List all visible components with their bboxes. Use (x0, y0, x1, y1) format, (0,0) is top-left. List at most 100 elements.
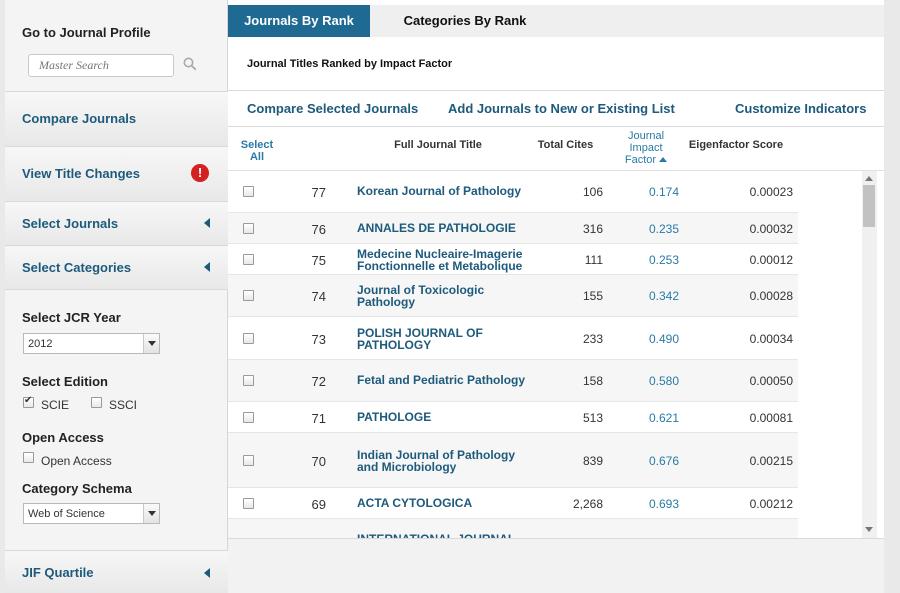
master-search-input[interactable] (29, 55, 159, 76)
impact-factor-link[interactable]: 0.693 (623, 497, 679, 511)
table-row: 77 Korean Journal of Pathology 106 0.174 0.0… (228, 171, 798, 213)
table-row: 74 Journal of Toxicologic Pathology 155 0.34… (228, 275, 798, 317)
chevron-left-icon (204, 568, 210, 578)
ssci-checkbox[interactable] (91, 397, 102, 408)
compare-journals-label: Compare Journals (22, 111, 137, 126)
select-categories-toggle[interactable]: Select Categories (5, 246, 228, 290)
journal-title-link[interactable]: POLISH JOURNAL OF PATHOLOGY (357, 327, 537, 351)
total-cites-cell: 106 (582, 185, 603, 199)
main-panel: Journals By Rank Categories By Rank Jour… (228, 0, 884, 593)
table-row: 69 ACTA CYTOLOGICA 2,268 0.693 0.00212 (228, 488, 798, 519)
row-select-checkbox[interactable] (243, 498, 254, 509)
journal-title-line2: PATHOLOGY (357, 338, 432, 352)
select-all-header[interactable]: Select All (236, 139, 278, 163)
journal-title-link[interactable]: Fetal and Pediatric Pathology (357, 374, 537, 386)
sidebar: Go to Journal Profile Compare Journals V… (5, 0, 228, 593)
scie-checkbox[interactable] (23, 395, 34, 408)
tab-categories-by-rank[interactable]: Categories By Rank (370, 5, 560, 37)
total-cites-cell: 155 (582, 289, 603, 303)
scroll-down-icon[interactable] (865, 527, 873, 532)
edition-label: Select Edition (22, 374, 108, 389)
jif-quartile-toggle[interactable]: JIF Quartile (5, 551, 228, 593)
scroll-up-icon[interactable] (865, 176, 873, 181)
impact-factor-link[interactable]: 0.342 (623, 289, 679, 303)
alert-icon: ! (191, 164, 209, 182)
row-select-checkbox[interactable] (243, 254, 254, 265)
jcr-year-label: Select JCR Year (22, 310, 121, 325)
scroll-thumb[interactable] (863, 185, 875, 227)
impact-factor-link[interactable]: 0.174 (623, 185, 679, 199)
select-journals-label: Select Journals (22, 216, 119, 231)
row-select-checkbox[interactable] (243, 333, 254, 344)
journal-title-line2: and Microbiology (357, 460, 457, 474)
table-scrollbar[interactable] (862, 171, 877, 538)
journal-title-link[interactable]: ACTA CYTOLOGICA (357, 497, 537, 509)
table-row: 70 Indian Journal of Pathology and Microbi… (228, 433, 798, 488)
compare-journals-link[interactable]: Compare Journals (5, 92, 228, 147)
jcr-year-value: 2012 (28, 338, 53, 350)
rank-cell: 69 (311, 497, 326, 512)
eigenfactor-cell: 0.00081 (749, 411, 793, 425)
chevron-down-icon (143, 504, 159, 523)
customize-indicators-button[interactable]: Customize Indicators (735, 101, 866, 116)
journal-profile-section: Go to Journal Profile (5, 0, 228, 92)
jif-line2: Impact (629, 142, 663, 154)
add-to-list-button[interactable]: Add Journals to New or Existing List (448, 101, 675, 116)
journal-title-link[interactable]: Korean Journal of Pathology (357, 185, 537, 197)
impact-factor-link[interactable]: 0.490 (623, 332, 679, 346)
journal-title-link[interactable]: ANNALES DE PATHOLOGIE (357, 222, 537, 234)
rank-cell: 71 (311, 411, 326, 426)
row-select-checkbox[interactable] (243, 412, 254, 423)
view-title-changes-link[interactable]: View Title Changes ! (5, 147, 228, 202)
total-cites-cell: 233 (582, 332, 603, 346)
compare-selected-button[interactable]: Compare Selected Journals (247, 101, 418, 116)
impact-factor-link[interactable]: 0.676 (623, 454, 679, 468)
row-select-checkbox[interactable] (243, 290, 254, 301)
table-body: 77 Korean Journal of Pathology 106 0.174 0.0… (228, 171, 798, 538)
total-cites-cell: 839 (582, 454, 603, 468)
scie-label: SCIE (41, 398, 70, 412)
chevron-left-icon (204, 262, 210, 272)
row-select-checkbox[interactable] (243, 223, 254, 234)
cites-header[interactable]: Total Cites (533, 139, 598, 151)
journal-title-line1: ANNALES DE PATHOLOGIE (357, 221, 516, 235)
jif-quartile-label: JIF Quartile (22, 565, 94, 580)
journal-title-link[interactable]: Indian Journal of Pathology and Microbiol… (357, 449, 537, 473)
journal-title-line1: PATHOLOGE (357, 410, 432, 424)
journal-title-link[interactable]: Journal of Toxicologic Pathology (357, 284, 537, 308)
open-access-checkbox[interactable] (23, 452, 34, 463)
eigenfactor-cell: 0.00050 (749, 374, 793, 388)
table-row: 73 POLISH JOURNAL OF PATHOLOGY 233 0.490 0.00… (228, 317, 798, 360)
profile-title: Go to Journal Profile (22, 25, 151, 40)
tab-journals-by-rank[interactable]: Journals By Rank (228, 5, 370, 37)
select-categories-label: Select Categories (22, 260, 132, 275)
eigenfactor-header[interactable]: Eigenfactor Score (686, 139, 786, 151)
rank-cell: 73 (311, 332, 326, 347)
jcr-year-select[interactable]: 2012 (23, 333, 160, 354)
total-cites-cell: 111 (584, 253, 603, 267)
rank-cell: 77 (311, 185, 326, 200)
impact-factor-link[interactable]: 0.235 (623, 222, 679, 236)
journal-title-link[interactable]: Medecine Nucleaire-Imagerie Fonctionnelle… (357, 248, 537, 272)
rank-cell: 76 (311, 222, 326, 237)
row-select-checkbox[interactable] (243, 455, 254, 466)
impact-factor-link[interactable]: 0.253 (623, 253, 679, 267)
rank-cell: 72 (311, 374, 326, 389)
jif-header[interactable]: Journal Impact Factor (613, 130, 679, 166)
view-title-changes-label: View Title Changes (22, 166, 141, 181)
title-header[interactable]: Full Journal Title (378, 139, 498, 151)
row-select-checkbox[interactable] (243, 375, 254, 386)
eigenfactor-cell: 0.00012 (749, 253, 793, 267)
search-icon[interactable] (183, 57, 197, 71)
row-select-checkbox[interactable] (243, 186, 254, 197)
eigenfactor-cell: 0.00034 (749, 332, 793, 346)
category-schema-select[interactable]: Web of Science (23, 503, 160, 524)
eigenfactor-cell: 0.00212 (749, 497, 793, 511)
select-journals-toggle[interactable]: Select Journals (5, 202, 228, 246)
journal-title-link[interactable]: PATHOLOGE (357, 411, 537, 423)
table-row: 72 Fetal and Pediatric Pathology 158 0.580 0… (228, 360, 798, 402)
impact-factor-link[interactable]: 0.621 (623, 411, 679, 425)
table-header: Select All Full Journal Title Total Cite… (228, 127, 884, 171)
impact-factor-link[interactable]: 0.580 (623, 374, 679, 388)
page-title: Journal Titles Ranked by Impact Factor (247, 58, 453, 70)
